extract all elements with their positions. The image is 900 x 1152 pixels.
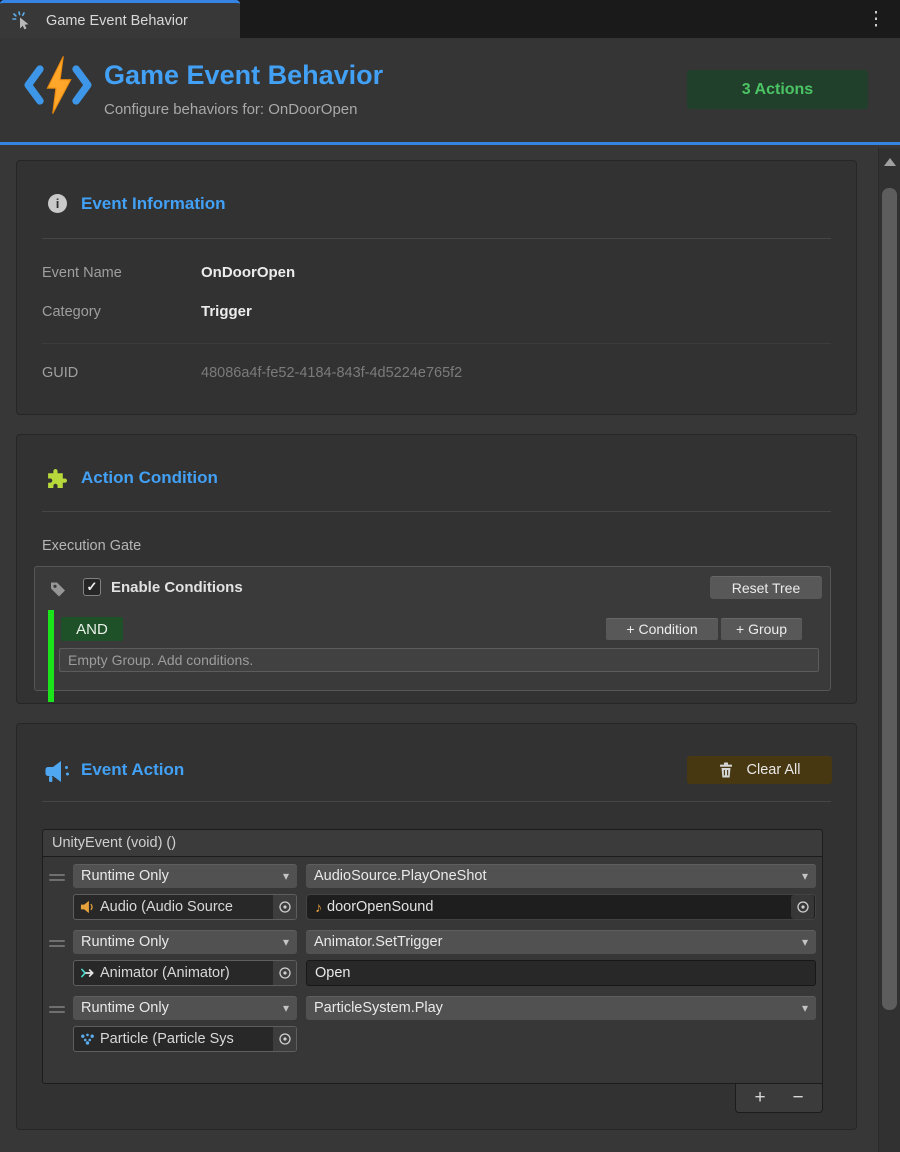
enable-conditions-label: Enable Conditions	[111, 579, 243, 596]
event-method-dropdown[interactable]: AudioSource.PlayOneShot ▾	[306, 864, 816, 888]
group-indicator-bar	[48, 610, 54, 702]
tab-game-event-behavior[interactable]: Game Event Behavior	[0, 0, 240, 38]
audio-source-icon	[80, 900, 95, 914]
target-object-label: Audio (Audio Source	[100, 899, 273, 915]
audio-clip-label: doorOpenSound	[327, 899, 433, 915]
add-group-button[interactable]: + Group	[721, 618, 802, 640]
add-condition-button[interactable]: + Condition	[606, 618, 718, 640]
event-listener-row: Runtime Only ▾ Animator.SetTrigger ▾	[73, 930, 816, 986]
event-mode-value: Runtime Only	[81, 1000, 169, 1016]
header-divider	[0, 142, 900, 145]
chevron-down-icon: ▾	[283, 935, 289, 949]
target-object-label: Animator (Animator)	[100, 965, 273, 981]
object-picker-button[interactable]	[273, 961, 296, 985]
target-object-field[interactable]: Animator (Animator)	[73, 960, 297, 986]
scrollbar-thumb[interactable]	[882, 188, 897, 1010]
divider	[42, 511, 831, 512]
chevron-down-icon: ▾	[283, 1001, 289, 1015]
event-name-value: OnDoorOpen	[201, 264, 295, 281]
event-mode-dropdown[interactable]: Runtime Only ▾	[73, 864, 297, 888]
event-method-value: ParticleSystem.Play	[314, 1000, 443, 1016]
trigger-name-input[interactable]: Open	[306, 960, 816, 986]
divider	[42, 238, 831, 239]
target-object-label: Particle (Particle Sys	[100, 1031, 273, 1047]
tab-bar: Game Event Behavior ⋮	[0, 0, 900, 38]
guid-label: GUID	[42, 365, 78, 381]
and-operator-button[interactable]: AND	[61, 617, 123, 641]
megaphone-icon	[43, 759, 73, 790]
event-pointer-icon	[12, 11, 32, 31]
game-event-behavior-window: Game Event Behavior ⋮ Game Event Behavio…	[0, 0, 900, 1152]
drag-handle[interactable]	[49, 1006, 65, 1016]
event-mode-value: Runtime Only	[81, 868, 169, 884]
page-subtitle: Configure behaviors for: OnDoorOpen	[104, 101, 357, 118]
add-listener-button[interactable]: +	[745, 1087, 775, 1109]
trigger-name-value: Open	[315, 965, 350, 981]
section-title-action-condition: Action Condition	[81, 468, 218, 488]
particle-system-icon	[80, 1032, 95, 1046]
event-method-dropdown[interactable]: ParticleSystem.Play ▾	[306, 996, 816, 1020]
window-menu-button[interactable]: ⋮	[864, 6, 888, 32]
event-mode-dropdown[interactable]: Runtime Only ▾	[73, 930, 297, 954]
drag-handle[interactable]	[49, 940, 65, 950]
actions-count-badge: 3 Actions	[687, 70, 868, 109]
drag-handle[interactable]	[49, 874, 65, 884]
guid-value: 48086a4f-fe52-4184-843f-4d5224e765f2	[201, 365, 462, 381]
event-listener-row: Runtime Only ▾ ParticleSystem.Play ▾	[73, 996, 816, 1052]
music-note-icon: ♪	[315, 899, 322, 915]
scroll-up-arrow-icon[interactable]	[884, 158, 896, 166]
divider	[42, 801, 831, 802]
event-listener-row: Runtime Only ▾ AudioSource.PlayOneShot ▾…	[73, 864, 816, 920]
event-mode-dropdown[interactable]: Runtime Only ▾	[73, 996, 297, 1020]
category-value: Trigger	[201, 303, 252, 320]
page-title: Game Event Behavior	[104, 60, 383, 91]
condition-tree-box: ✓ Enable Conditions Reset Tree AND + Con…	[34, 566, 831, 691]
info-icon: i	[48, 194, 67, 213]
clear-all-label: Clear All	[747, 762, 801, 778]
puzzle-icon	[46, 468, 67, 494]
remove-listener-button[interactable]: −	[783, 1087, 813, 1109]
divider	[42, 343, 831, 344]
target-object-field[interactable]: Particle (Particle Sys	[73, 1026, 297, 1052]
code-lightning-icon	[24, 54, 92, 121]
section-title-event-action: Event Action	[81, 760, 184, 780]
chevron-down-icon: ▾	[802, 869, 808, 883]
event-method-dropdown[interactable]: Animator.SetTrigger ▾	[306, 930, 816, 954]
event-method-value: Animator.SetTrigger	[314, 934, 442, 950]
tab-title: Game Event Behavior	[46, 13, 188, 29]
unity-event-list-header: UnityEvent (void) ()	[43, 830, 822, 857]
chevron-down-icon: ▾	[802, 935, 808, 949]
animator-icon	[80, 966, 95, 980]
unity-event-list: UnityEvent (void) () Runtime Only ▾ Audi…	[42, 829, 823, 1084]
event-name-label: Event Name	[42, 265, 122, 281]
chevron-down-icon: ▾	[802, 1001, 808, 1015]
list-footer: + −	[735, 1084, 823, 1113]
event-method-value: AudioSource.PlayOneShot	[314, 868, 487, 884]
event-action-section: Event Action Clear All UnityEvent (void)…	[16, 723, 857, 1130]
object-picker-button[interactable]	[791, 895, 814, 919]
empty-group-message: Empty Group. Add conditions.	[59, 648, 819, 672]
trash-icon	[719, 762, 733, 778]
event-information-section: i Event Information Event Name OnDoorOpe…	[16, 160, 857, 415]
event-mode-value: Runtime Only	[81, 934, 169, 950]
category-label: Category	[42, 304, 101, 320]
action-condition-section: Action Condition Execution Gate ✓ Enable…	[16, 434, 857, 704]
tag-icon	[49, 579, 67, 602]
audio-clip-field[interactable]: ♪ doorOpenSound	[306, 894, 816, 920]
target-object-field[interactable]: Audio (Audio Source	[73, 894, 297, 920]
object-picker-button[interactable]	[273, 895, 296, 919]
chevron-down-icon: ▾	[283, 869, 289, 883]
execution-gate-label: Execution Gate	[42, 538, 141, 554]
clear-all-button[interactable]: Clear All	[687, 756, 832, 784]
object-picker-button[interactable]	[273, 1027, 296, 1051]
enable-conditions-checkbox[interactable]: ✓	[83, 578, 101, 596]
scrollbar[interactable]	[878, 148, 900, 1152]
section-title-event-information: Event Information	[81, 194, 226, 214]
reset-tree-button[interactable]: Reset Tree	[710, 576, 822, 599]
inspector-header: Game Event Behavior Configure behaviors …	[0, 38, 900, 142]
